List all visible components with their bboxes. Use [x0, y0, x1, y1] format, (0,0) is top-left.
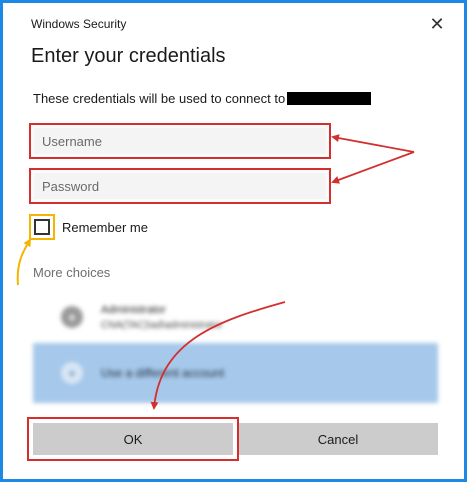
remember-me-checkbox[interactable]	[34, 219, 50, 235]
cancel-button[interactable]: Cancel	[238, 423, 438, 455]
password-field-highlight	[29, 168, 331, 204]
account-item-different[interactable]: ● Use a different account	[33, 343, 438, 403]
user-icon: ●	[61, 362, 83, 384]
remember-me-highlight	[29, 214, 55, 240]
account-domain: CNA(TAC)\ad\administrator	[101, 319, 223, 331]
remember-me-label[interactable]: Remember me	[62, 220, 148, 235]
redacted-server-name	[287, 92, 372, 105]
dialog-subtitle: These credentials will be used to connec…	[33, 91, 372, 106]
title-bar: Windows Security ✕	[3, 3, 464, 43]
dialog-heading: Enter your credentials	[31, 45, 226, 67]
window-title: Windows Security	[31, 17, 127, 31]
account-item-administrator[interactable]: ● Administrator CNA(TAC)\ad\administrato…	[33, 293, 438, 341]
password-input[interactable]	[34, 173, 326, 199]
user-icon: ●	[61, 306, 83, 328]
subtitle-text: These credentials will be used to connec…	[33, 91, 286, 106]
dialog-window: Windows Security ✕ Enter your credential…	[0, 0, 467, 482]
more-choices-label: More choices	[33, 265, 111, 280]
account-name: Use a different account	[101, 366, 225, 380]
account-name: Administrator	[101, 303, 166, 316]
close-icon: ✕	[429, 13, 445, 34]
username-input[interactable]	[34, 128, 326, 154]
username-field-highlight	[29, 123, 331, 159]
account-list: ● Administrator CNA(TAC)\ad\administrato…	[33, 293, 438, 405]
button-row: OK Cancel	[33, 423, 438, 455]
ok-button[interactable]: OK	[33, 423, 233, 455]
close-button[interactable]: ✕	[424, 11, 450, 37]
